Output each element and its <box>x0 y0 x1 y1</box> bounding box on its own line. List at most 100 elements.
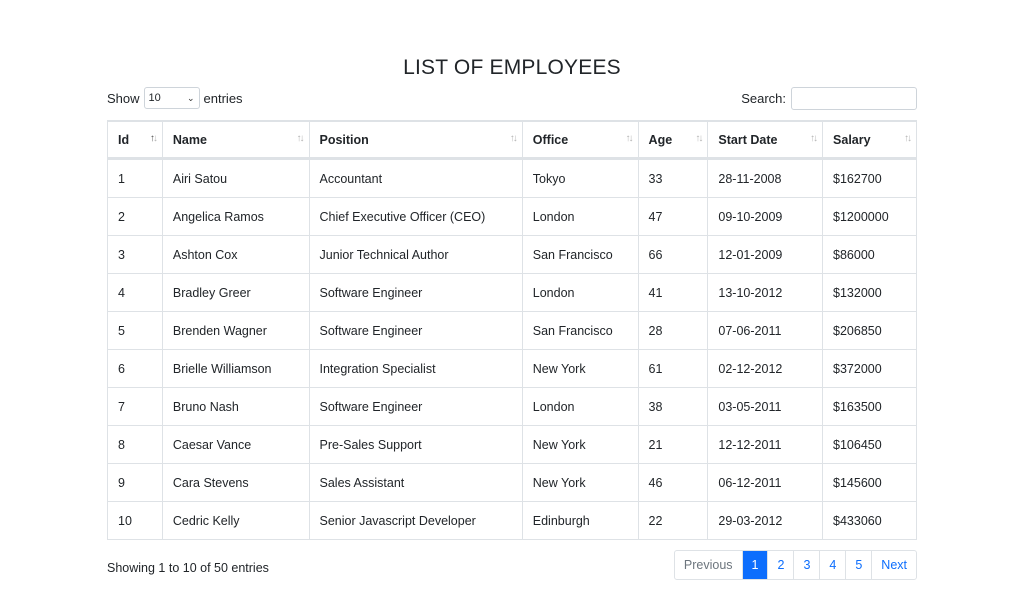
column-header-id[interactable]: Id ↑↓ <box>108 121 163 159</box>
table-info: Showing 1 to 10 of 50 entries <box>107 561 269 575</box>
column-header-salary[interactable]: Salary ↑↓ <box>823 121 916 159</box>
table-body: 1 Airi Satou Accountant Tokyo 33 28-11-2008 $1… <box>108 159 916 539</box>
cell-salary: $106450 <box>823 425 916 463</box>
page-button-2[interactable]: 2 <box>768 551 795 579</box>
cell-position: Accountant <box>309 159 523 197</box>
sort-arrows-icon: ↑↓ <box>810 133 818 144</box>
cell-position: Chief Executive Officer (CEO) <box>309 197 523 235</box>
cell-start-date: 07-06-2011 <box>708 311 824 349</box>
entries-select-value: 10 <box>148 92 161 104</box>
table-row: 7 Bruno Nash Software Engineer London 38 03-0… <box>108 387 916 425</box>
column-header-office[interactable]: Office ↑↓ <box>522 121 639 159</box>
table-row: 2 Angelica Ramos Chief Executive Officer (… <box>108 197 916 235</box>
cell-id: 8 <box>108 425 163 463</box>
cell-name: Bruno Nash <box>162 387 310 425</box>
cell-salary: $1200000 <box>823 197 916 235</box>
table-header-row: Id ↑↓ Name ↑↓ Position ↑↓ Office ↑↓ Age ↑↓ St… <box>108 121 916 159</box>
cell-start-date: 12-01-2009 <box>708 235 824 273</box>
cell-age: 47 <box>638 197 709 235</box>
page-button-1[interactable]: 1 <box>742 551 769 579</box>
cell-position: Sales Assistant <box>309 463 523 501</box>
cell-position: Integration Specialist <box>309 349 523 387</box>
cell-age: 21 <box>638 425 709 463</box>
cell-name: Brielle Williamson <box>162 349 310 387</box>
cell-age: 28 <box>638 311 709 349</box>
cell-age: 61 <box>638 349 709 387</box>
cell-name: Caesar Vance <box>162 425 310 463</box>
cell-name: Cedric Kelly <box>162 501 310 539</box>
column-header-start-date[interactable]: Start Date ↑↓ <box>708 121 824 159</box>
cell-position: Pre-Sales Support <box>309 425 523 463</box>
cell-salary: $86000 <box>823 235 916 273</box>
cell-position: Senior Javascript Developer <box>309 501 523 539</box>
show-label: Show <box>107 90 140 106</box>
table-row: 1 Airi Satou Accountant Tokyo 33 28-11-2008 $1… <box>108 159 916 197</box>
sort-arrows-icon: ↑↓ <box>695 133 703 144</box>
cell-salary: $433060 <box>823 501 916 539</box>
entries-length-control: Show 10 ⌄ entries <box>107 86 243 110</box>
cell-office: New York <box>522 425 639 463</box>
cell-age: 41 <box>638 273 709 311</box>
cell-name: Ashton Cox <box>162 235 310 273</box>
cell-salary: $132000 <box>823 273 916 311</box>
cell-age: 33 <box>638 159 709 197</box>
cell-name: Airi Satou <box>162 159 310 197</box>
cell-start-date: 09-10-2009 <box>708 197 824 235</box>
cell-id: 6 <box>108 349 163 387</box>
table-row: 3 Ashton Cox Junior Technical Author San Fr… <box>108 235 916 273</box>
previous-page-button[interactable]: Previous <box>675 551 743 579</box>
cell-office: San Francisco <box>522 311 639 349</box>
cell-start-date: 03-05-2011 <box>708 387 824 425</box>
cell-id: 5 <box>108 311 163 349</box>
cell-age: 66 <box>638 235 709 273</box>
cell-age: 46 <box>638 463 709 501</box>
cell-start-date: 29-03-2012 <box>708 501 824 539</box>
cell-age: 38 <box>638 387 709 425</box>
cell-position: Junior Technical Author <box>309 235 523 273</box>
cell-start-date: 28-11-2008 <box>708 159 824 197</box>
cell-name: Bradley Greer <box>162 273 310 311</box>
cell-id: 9 <box>108 463 163 501</box>
cell-salary: $372000 <box>823 349 916 387</box>
cell-id: 10 <box>108 501 163 539</box>
table-row: 5 Brenden Wagner Software Engineer San Fran… <box>108 311 916 349</box>
entries-label: entries <box>203 90 243 106</box>
page-button-5[interactable]: 5 <box>846 551 873 579</box>
sort-arrows-icon: ↑↓ <box>904 133 912 144</box>
cell-office: New York <box>522 349 639 387</box>
cell-id: 3 <box>108 235 163 273</box>
cell-office: New York <box>522 463 639 501</box>
table-row: 4 Bradley Greer Software Engineer London 41 1… <box>108 273 916 311</box>
search-control: Search: <box>741 86 917 110</box>
cell-salary: $163500 <box>823 387 916 425</box>
cell-start-date: 06-12-2011 <box>708 463 824 501</box>
cell-salary: $162700 <box>823 159 916 197</box>
cell-position: Software Engineer <box>309 311 523 349</box>
page-button-4[interactable]: 4 <box>820 551 847 579</box>
cell-id: 1 <box>108 159 163 197</box>
sort-arrows-icon: ↑↓ <box>625 133 634 144</box>
sort-arrows-icon: ↑↓ <box>509 133 518 144</box>
next-page-button[interactable]: Next <box>872 551 916 579</box>
sort-arrows-icon: ↑↓ <box>296 133 305 144</box>
search-label: Search: <box>741 90 786 106</box>
table-row: 6 Brielle Williamson Integration Specialis… <box>108 349 916 387</box>
pagination: Previous 1 2 3 4 5 Next <box>673 550 917 580</box>
cell-position: Software Engineer <box>309 387 523 425</box>
page-button-3[interactable]: 3 <box>794 551 821 579</box>
page-title: LIST OF EMPLOYEES <box>403 56 621 79</box>
cell-office: Edinburgh <box>522 501 639 539</box>
cell-start-date: 13-10-2012 <box>708 273 824 311</box>
table-row: 9 Cara Stevens Sales Assistant New York 46 06… <box>108 463 916 501</box>
entries-select[interactable]: 10 ⌄ <box>143 87 200 109</box>
search-input[interactable] <box>791 86 917 110</box>
cell-name: Brenden Wagner <box>162 311 310 349</box>
cell-id: 4 <box>108 273 163 311</box>
table-row: 10 Cedric Kelly Senior Javascript Develope… <box>108 501 916 539</box>
column-header-position[interactable]: Position ↑↓ <box>309 121 523 159</box>
cell-name: Cara Stevens <box>162 463 310 501</box>
cell-start-date: 02-12-2012 <box>708 349 824 387</box>
table-toolbar: Show 10 ⌄ entries Search: <box>107 86 917 110</box>
column-header-name[interactable]: Name ↑↓ <box>162 121 310 159</box>
column-header-age[interactable]: Age ↑↓ <box>638 121 709 159</box>
